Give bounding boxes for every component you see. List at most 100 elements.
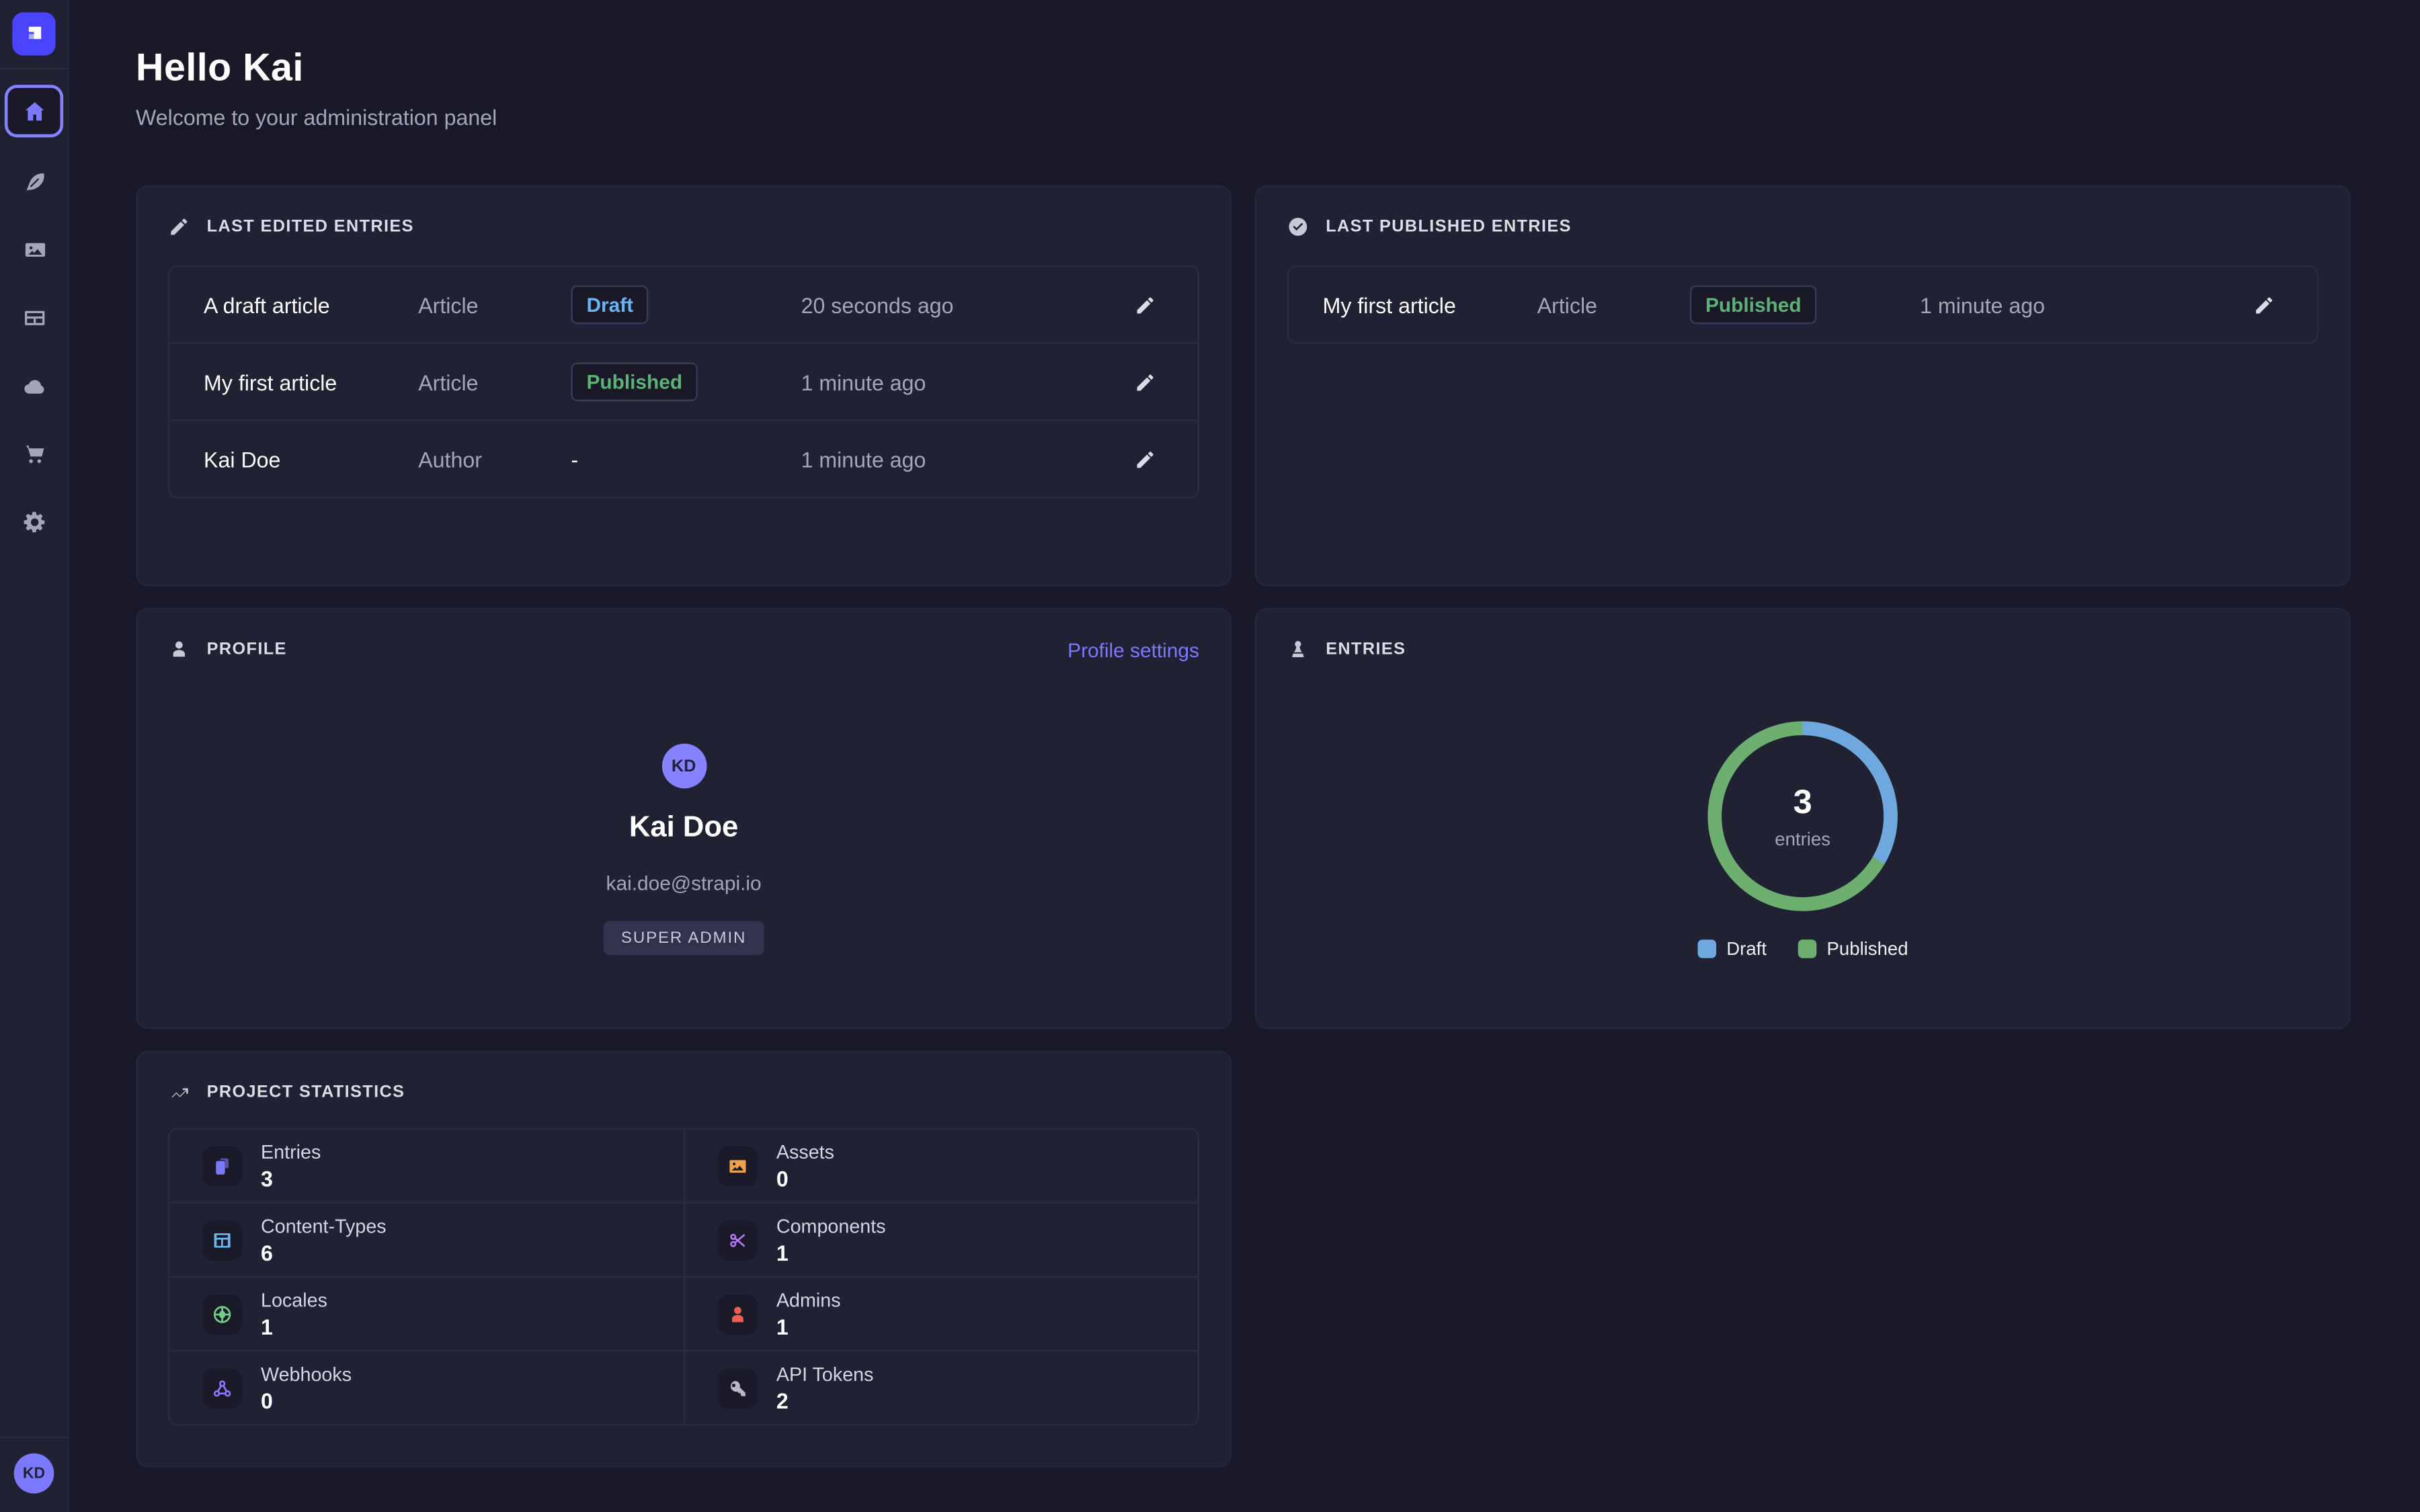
sidebar-item-settings[interactable] [7, 499, 60, 545]
sidebar-item-home[interactable] [5, 85, 63, 137]
feather-pen-icon [21, 169, 47, 195]
profile-card: PROFILE Profile settings KD Kai Doe kai.… [136, 608, 1232, 1030]
table-row[interactable]: A draft article Article Draft 20 seconds… [170, 267, 1198, 343]
entries-card: ENTRIES 3 entries Draft [1255, 608, 2351, 1030]
edit-entry-button[interactable] [1127, 364, 1164, 401]
legend-item-published: Published [1798, 938, 1908, 960]
card-header: ENTRIES [1256, 610, 2349, 670]
layout-icon [21, 304, 47, 331]
stat-entries: Entries 3 [170, 1130, 684, 1202]
trend-up-icon [168, 1081, 190, 1103]
last-published-entries-card: LAST PUBLISHED ENTRIES My first article … [1255, 185, 2351, 587]
home-icon [21, 98, 47, 124]
last-published-table: My first article Article Published 1 min… [1287, 265, 2318, 344]
content-types-stat-icon [202, 1220, 243, 1260]
table-row[interactable]: My first article Article Published 1 min… [170, 343, 1198, 420]
status-badge: Draft [571, 286, 649, 324]
webhooks-stat-icon [202, 1368, 243, 1408]
stat-label: Admins [776, 1289, 841, 1310]
donut-center: 3 entries [1704, 718, 1902, 915]
sidebar-divider-top [0, 68, 68, 69]
stat-label: Entries [261, 1141, 321, 1163]
stat-value: 1 [776, 1314, 841, 1339]
stat-assets: Assets 0 [684, 1130, 1198, 1202]
entries-pawn-icon [1287, 639, 1309, 661]
gear-icon [21, 509, 47, 535]
pencil-icon [1135, 294, 1156, 315]
sidebar-nav [5, 85, 63, 544]
cloud-icon [21, 372, 47, 398]
media-library-icon [21, 237, 47, 263]
pencil-icon [168, 216, 190, 237]
status-badge: Published [571, 363, 698, 401]
shopping-cart-icon [21, 440, 47, 466]
api-tokens-stat-icon [718, 1368, 758, 1408]
pencil-icon [1135, 371, 1156, 392]
profile-body: KD Kai Doe kai.doe@strapi.io SUPER ADMIN [137, 744, 1230, 956]
user-avatar[interactable]: KD [14, 1454, 54, 1494]
status-empty: - [571, 447, 801, 472]
entry-kind: Article [418, 292, 571, 317]
check-circle-icon [1287, 216, 1309, 237]
last-edited-entries-card: LAST EDITED ENTRIES A draft article Arti… [136, 185, 1232, 587]
table-row[interactable]: Kai Doe Author - 1 minute ago [170, 419, 1198, 497]
stat-value: 2 [776, 1388, 874, 1413]
table-row[interactable]: My first article Article Published 1 min… [1289, 267, 2316, 343]
sidebar-item-media-library[interactable] [7, 227, 60, 274]
card-title: LAST EDITED ENTRIES [207, 218, 414, 237]
card-header: PROJECT STATISTICS [137, 1052, 1230, 1113]
entries-donut-chart: 3 entries [1704, 718, 1902, 915]
stat-value: 1 [776, 1240, 886, 1265]
statistics-table: Entries3 Assets0 Content-Types6 Componen… [168, 1128, 1199, 1425]
entry-name: Kai Doe [204, 447, 418, 472]
entry-time: 1 minute ago [1920, 292, 2204, 317]
profile-settings-link[interactable]: Profile settings [1067, 638, 1199, 661]
dashboard-grid: LAST EDITED ENTRIES A draft article Arti… [136, 185, 2352, 1468]
entry-time: 1 minute ago [801, 370, 1085, 394]
profile-avatar: KD [661, 744, 707, 789]
page-header: Hello Kai Welcome to your administration… [68, 0, 2420, 130]
draft-color-chip [1697, 939, 1716, 958]
entry-name: My first article [204, 370, 418, 394]
stat-locales: Locales1 [170, 1276, 684, 1350]
entries-total: 3 [1793, 782, 1812, 823]
role-badge: SUPER ADMIN [604, 921, 764, 956]
edit-entry-button[interactable] [2246, 286, 2283, 323]
card-header: PROFILE Profile settings [137, 610, 1230, 670]
pencil-icon [1135, 448, 1156, 470]
admins-stat-icon [718, 1294, 758, 1334]
strapi-logo-icon [22, 22, 46, 46]
person-icon [168, 639, 190, 661]
stat-label: Locales [261, 1289, 327, 1310]
card-header: LAST EDITED ENTRIES [137, 187, 1230, 247]
page-subtitle: Welcome to your administration panel [136, 105, 2420, 130]
edit-entry-button[interactable] [1127, 440, 1164, 477]
profile-name: Kai Doe [629, 812, 738, 846]
sidebar-bottom: KD [0, 1437, 68, 1512]
locales-stat-icon [202, 1294, 243, 1334]
entry-time: 20 seconds ago [801, 292, 1085, 317]
strapi-logo[interactable] [12, 12, 55, 55]
card-title: ENTRIES [1326, 640, 1406, 659]
legend-label: Published [1827, 938, 1908, 960]
sidebar-item-content-manager[interactable] [7, 159, 60, 205]
pencil-icon [2253, 294, 2275, 315]
sidebar-item-cloud[interactable] [7, 363, 60, 409]
entry-name: My first article [1323, 292, 1537, 317]
card-title: PROJECT STATISTICS [207, 1083, 405, 1102]
stat-value: 3 [261, 1166, 321, 1191]
main-content: Hello Kai Welcome to your administration… [68, 0, 2420, 1512]
stat-label: Assets [776, 1141, 834, 1163]
profile-email: kai.doe@strapi.io [606, 872, 762, 894]
assets-stat-icon [718, 1146, 758, 1186]
stat-api-tokens: API Tokens2 [684, 1350, 1198, 1424]
sidebar-item-marketplace[interactable] [7, 431, 60, 477]
stat-webhooks: Webhooks0 [170, 1350, 684, 1424]
sidebar-item-content-type-builder[interactable] [7, 295, 60, 341]
stat-admins: Admins 1 [684, 1276, 1198, 1350]
stat-label: Webhooks [261, 1363, 352, 1384]
sidebar: KD [0, 0, 69, 1512]
edit-entry-button[interactable] [1127, 286, 1164, 323]
strapi-admin-dashboard: KD Hello Kai Welcome to your administrat… [0, 0, 2420, 1512]
stat-value: 0 [776, 1166, 834, 1191]
